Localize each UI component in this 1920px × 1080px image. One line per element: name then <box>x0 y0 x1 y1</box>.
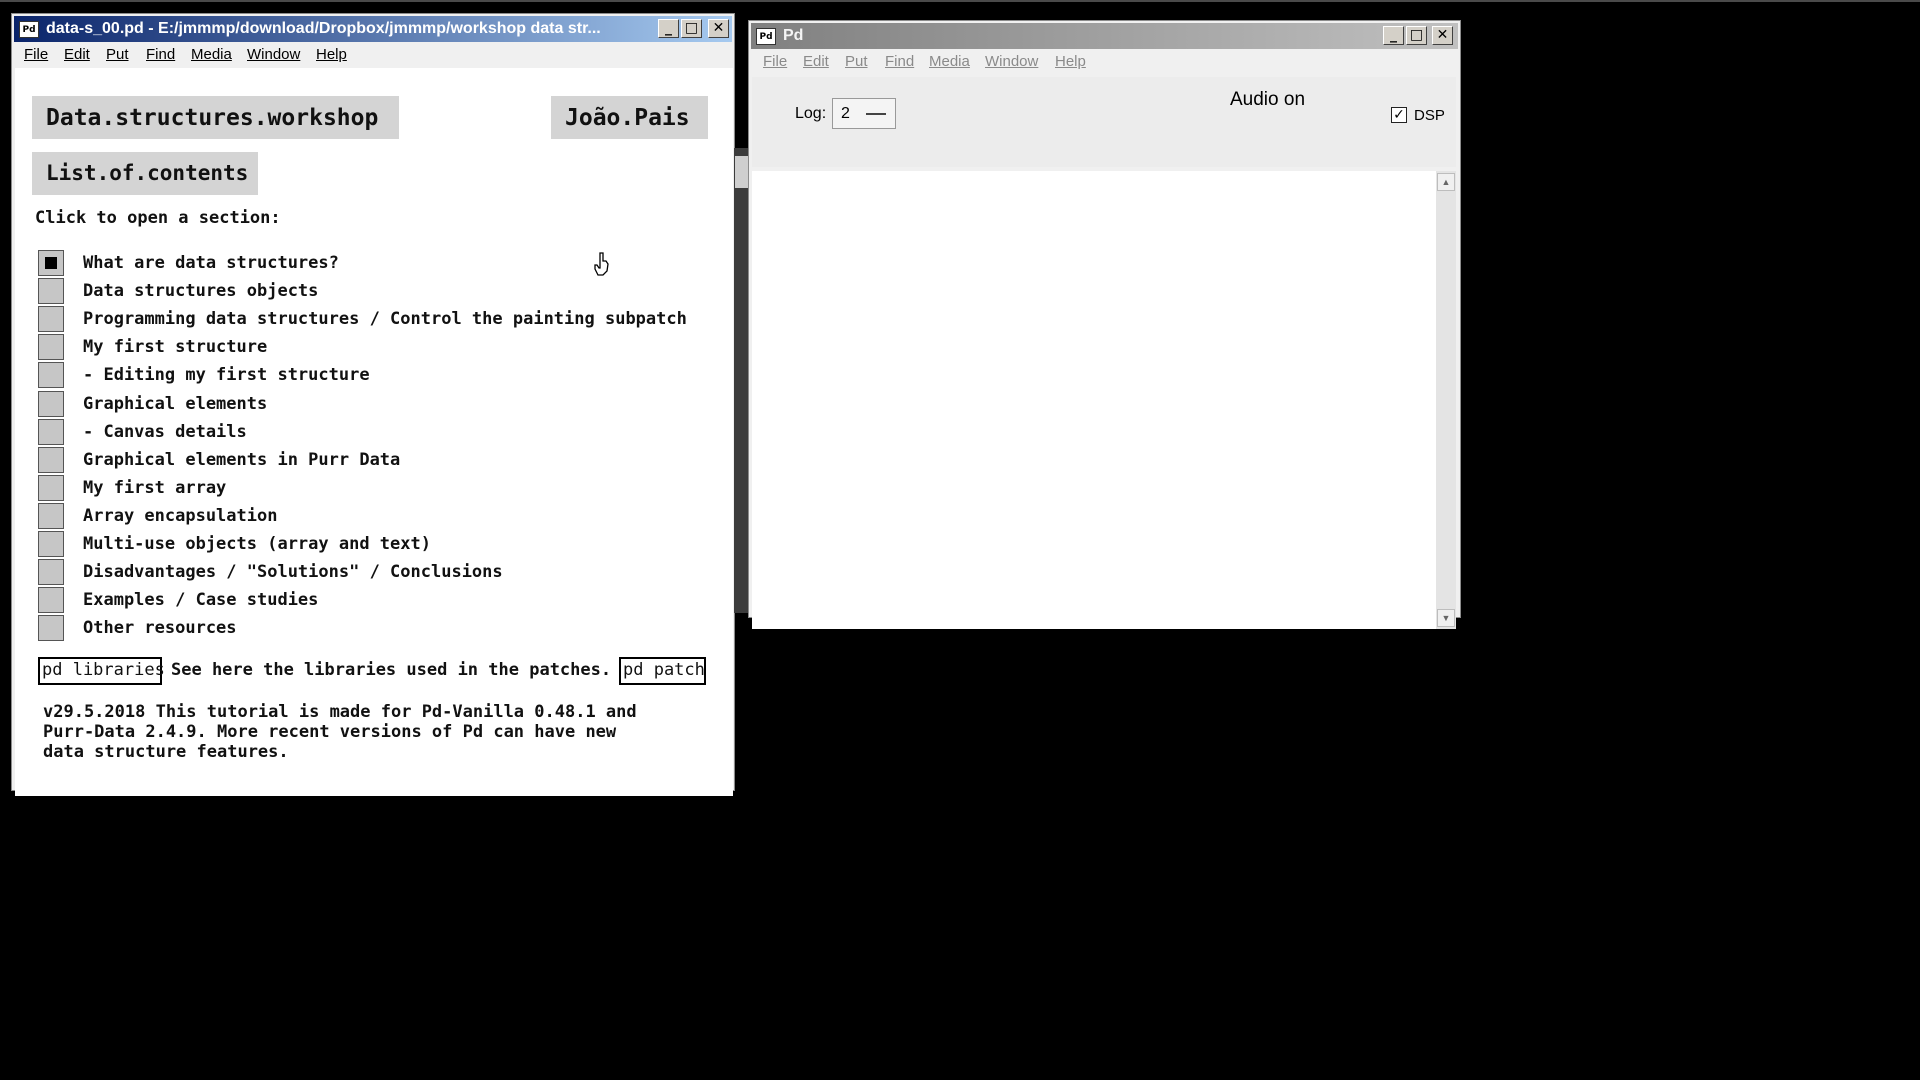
menu-media-label: Media <box>191 46 232 63</box>
scroll-up-icon[interactable]: ▲ <box>1437 173 1455 191</box>
pd-toolbar: Log: 2 Audio on ✓ DSP <box>752 77 1456 167</box>
menu-put[interactable]: Put <box>106 46 129 63</box>
pd-app-icon: Pd <box>19 21 39 38</box>
menu-media[interactable]: Media <box>191 46 232 63</box>
close-button[interactable]: ✕ <box>708 19 729 38</box>
patch-window-title: data-s_00.pd - E:/jmmmp/download/Dropbox… <box>46 20 601 37</box>
pd-main-window: Pd Pd _ □ ✕ File Edit Put Find Media Win… <box>748 20 1461 629</box>
section-toggle[interactable] <box>38 587 64 614</box>
section-toggle[interactable] <box>38 474 64 501</box>
section-label: Other resources <box>83 618 237 639</box>
intro-text: Click to open a section: <box>35 208 281 228</box>
section-label: - Editing my first structure <box>83 365 370 386</box>
section-toggle[interactable] <box>38 362 64 389</box>
pd-menu-window-label: Window <box>985 53 1039 70</box>
audio-status: Audio on <box>1230 89 1306 110</box>
menu-window-label: Window <box>247 46 301 63</box>
section-toggle[interactable] <box>38 418 64 445</box>
pd-menu-put-label: Put <box>845 53 868 70</box>
patch-window: Pd data-s_00.pd - E:/jmmmp/download/Drop… <box>11 13 735 796</box>
section-toggle[interactable] <box>38 278 64 305</box>
console-scrollbar[interactable]: ▲ ▼ <box>1436 171 1456 629</box>
log-level-select[interactable]: 2 <box>832 98 896 129</box>
dsp-label: DSP <box>1414 107 1445 124</box>
section-toggle[interactable] <box>38 250 64 276</box>
version-note: v29.5.2018 This tutorial is made for Pd-… <box>43 702 637 762</box>
pd-menu-edit-label: Edit <box>803 53 829 70</box>
section-toggle[interactable] <box>38 446 64 473</box>
section-label: My first array <box>83 477 227 498</box>
scroll-down-icon[interactable]: ▼ <box>1437 609 1455 627</box>
section-toggle[interactable] <box>38 559 64 586</box>
section-label: Examples / Case studies <box>83 590 319 611</box>
pd-window-titlebar[interactable]: Pd Pd _ □ ✕ <box>751 23 1458 49</box>
menu-put-label: Put <box>106 46 129 63</box>
patch-canvas[interactable]: Data.structures.workshop João.Pais List.… <box>15 68 733 796</box>
pd-window-title: Pd <box>783 27 804 44</box>
maximize-button[interactable]: □ <box>681 19 702 38</box>
pd-menu-file[interactable]: File <box>763 53 787 70</box>
patch-menubar: File Edit Put Find Media Window Help <box>14 44 732 66</box>
section-toggle[interactable] <box>38 615 64 642</box>
log-level-value: 2 <box>841 105 850 122</box>
log-label: Log: <box>795 105 827 122</box>
pd-menu-file-label: File <box>763 53 788 70</box>
dsp-checkbox[interactable]: ✓ <box>1391 107 1407 123</box>
section-label: What are data structures? <box>83 253 339 273</box>
patch-window-titlebar[interactable]: Pd data-s_00.pd - E:/jmmmp/download/Drop… <box>14 16 732 42</box>
section-label: Graphical elements <box>83 393 268 414</box>
maximize-button[interactable]: □ <box>1406 26 1427 45</box>
pd-menu-window[interactable]: Window <box>985 53 1038 70</box>
pd-menu-edit[interactable]: Edit <box>803 53 829 70</box>
menu-find[interactable]: Find <box>146 46 175 63</box>
section-label: Graphical elements in Purr Data <box>83 449 401 470</box>
pd-libraries-object[interactable]: pd libraries <box>38 657 165 685</box>
section-label: Disadvantages / "Solutions" / Conclusion… <box>83 562 503 583</box>
menu-window[interactable]: Window <box>247 46 300 63</box>
menu-help-label: Help <box>316 46 347 63</box>
menu-find-label: Find <box>146 46 176 63</box>
menu-file[interactable]: File <box>24 46 48 63</box>
menu-file-label: File <box>24 46 49 63</box>
pd-menu-help[interactable]: Help <box>1055 53 1086 70</box>
minimize-button[interactable]: _ <box>658 19 679 38</box>
pd-menubar: File Edit Put Find Media Window Help <box>751 51 1458 73</box>
section-toggle[interactable] <box>38 531 64 557</box>
section-toggle[interactable] <box>38 306 64 333</box>
section-label: Multi-use objects (array and text) <box>83 534 431 554</box>
close-button[interactable]: ✕ <box>1432 26 1453 45</box>
section-toggle[interactable] <box>38 390 64 417</box>
pd-menu-media-label: Media <box>929 53 970 70</box>
minimize-button[interactable]: _ <box>1383 26 1404 45</box>
pd-app-icon: Pd <box>756 28 776 45</box>
menu-edit[interactable]: Edit <box>64 46 90 63</box>
section-toggle[interactable] <box>38 334 64 361</box>
pd-menu-media[interactable]: Media <box>929 53 970 70</box>
menu-help[interactable]: Help <box>316 46 347 63</box>
pd-menu-put[interactable]: Put <box>845 53 868 70</box>
section-label: Array encapsulation <box>83 505 278 526</box>
patch-author: João.Pais <box>551 96 708 139</box>
desktop-top-edge <box>0 0 1920 2</box>
section-label: Programming data structures / Control th… <box>83 309 687 330</box>
section-toggle[interactable] <box>38 502 64 529</box>
pd-menu-help-label: Help <box>1055 53 1086 70</box>
section-label: My first structure <box>83 337 268 358</box>
background-scroll-thumb <box>735 156 748 188</box>
libraries-comment: See here the libraries used in the patch… <box>171 660 612 680</box>
patch-subheading: List.of.contents <box>32 152 258 195</box>
patch-heading: Data.structures.workshop <box>32 96 399 139</box>
pd-menu-find-label: Find <box>885 53 915 70</box>
pd-patch-object[interactable]: pd patch <box>619 657 706 685</box>
section-label: - Canvas details <box>83 421 247 442</box>
dropdown-arrow-icon <box>866 113 886 115</box>
pd-console[interactable] <box>752 171 1436 629</box>
hand-pointer-icon <box>594 252 609 276</box>
menu-edit-label: Edit <box>64 46 90 63</box>
pd-menu-find[interactable]: Find <box>885 53 914 70</box>
section-label: Data structures objects <box>83 281 319 302</box>
